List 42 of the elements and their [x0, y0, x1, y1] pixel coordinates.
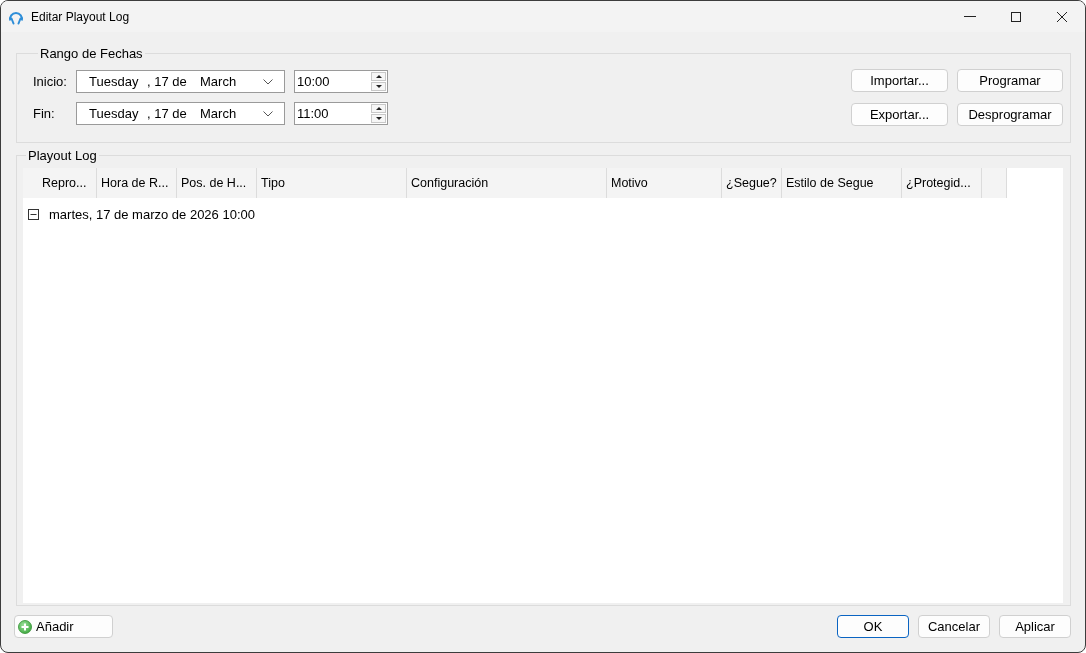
chevron-down-icon — [263, 110, 273, 117]
up-arrow-icon — [375, 75, 382, 78]
column-header[interactable]: Hora de R... — [97, 168, 177, 198]
close-icon — [1057, 11, 1067, 22]
field-label: Fin: — [32, 106, 56, 121]
group-row-label: martes, 17 de marzo de 2026 10:00 — [49, 206, 255, 222]
column-header[interactable]: Pos. de H... — [177, 168, 257, 198]
chevron-down-icon — [263, 78, 273, 85]
field-label: Inicio: — [32, 74, 68, 89]
cancel-button[interactable]: Cancelar — [918, 615, 990, 638]
spin-down-button[interactable] — [371, 82, 386, 91]
date-picker[interactable]: Tuesday , 17 de March — [76, 102, 285, 125]
column-header[interactable]: ¿Protegid... — [902, 168, 982, 198]
collapse-icon[interactable] — [28, 208, 39, 220]
unschedule-button[interactable]: Desprogramar — [957, 103, 1063, 126]
export-button[interactable]: Exportar... — [851, 103, 948, 126]
spin-up-button[interactable] — [371, 72, 386, 81]
spin-up-button[interactable] — [371, 104, 386, 113]
up-arrow-icon — [375, 107, 382, 110]
import-button[interactable]: Importar... — [851, 69, 948, 92]
spin-down-button[interactable] — [371, 114, 386, 123]
maximize-icon — [1011, 11, 1021, 22]
date-picker[interactable]: Tuesday , 17 de March — [76, 70, 285, 93]
column-header[interactable]: Tipo — [257, 168, 407, 198]
down-arrow-icon — [375, 117, 382, 120]
column-header[interactable]: ¿Segue? — [722, 168, 782, 198]
time-field[interactable]: 11:00 — [294, 102, 388, 125]
group-title: Playout Log — [27, 148, 98, 163]
down-arrow-icon — [375, 85, 382, 88]
group-title: Rango de Fechas — [39, 46, 144, 61]
column-header[interactable]: Configuración — [407, 168, 607, 198]
add-button[interactable]: Añadir — [14, 615, 113, 638]
apply-button[interactable]: Aplicar — [999, 615, 1071, 638]
time-field[interactable]: 10:00 — [294, 70, 388, 93]
column-header[interactable]: Estilo de Segue — [782, 168, 902, 198]
minimize-icon — [964, 16, 976, 17]
window-title: Editar Playout Log — [31, 9, 130, 24]
plus-icon — [18, 619, 32, 634]
column-header[interactable]: Repro... — [23, 168, 97, 198]
column-header[interactable]: Motivo — [607, 168, 722, 198]
ok-button[interactable]: OK — [837, 615, 909, 638]
schedule-button[interactable]: Programar — [957, 69, 1063, 92]
